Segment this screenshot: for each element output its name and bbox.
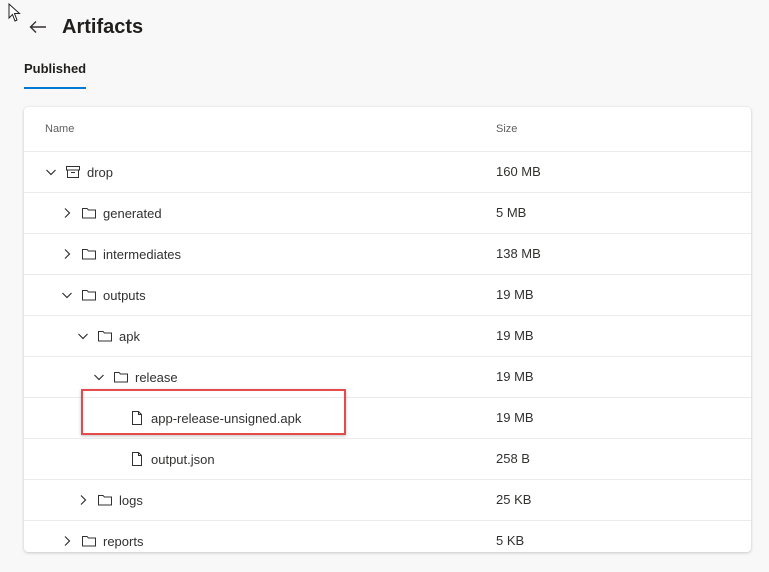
back-button[interactable] — [28, 17, 48, 37]
chevron-down-icon[interactable] — [93, 371, 105, 383]
item-name[interactable]: intermediates — [103, 247, 181, 262]
table-row[interactable]: apk 19 MB — [24, 316, 751, 357]
column-header-name[interactable]: Name — [45, 123, 74, 135]
item-name[interactable]: logs — [119, 493, 143, 508]
table-row[interactable]: reports 5 KB — [24, 521, 751, 552]
folder-icon — [81, 533, 97, 549]
tab-published[interactable]: Published — [24, 61, 86, 76]
folder-icon — [97, 492, 113, 508]
item-size: 19 MB — [496, 369, 534, 384]
name-cell: outputs — [61, 275, 146, 315]
tab-active-indicator — [24, 87, 86, 89]
chevron-right-icon[interactable] — [77, 494, 89, 506]
table-row[interactable]: logs 25 KB — [24, 480, 751, 521]
item-name[interactable]: release — [135, 370, 178, 385]
page-header: Artifacts — [28, 10, 143, 44]
folder-icon — [81, 246, 97, 262]
item-size: 5 KB — [496, 533, 525, 548]
name-cell: generated — [61, 193, 162, 233]
item-name[interactable]: reports — [103, 534, 143, 549]
chevron-right-icon[interactable] — [61, 207, 73, 219]
table-row[interactable]: output.json 258 B — [24, 439, 751, 480]
name-cell: intermediates — [61, 234, 181, 274]
page-title: Artifacts — [62, 15, 144, 38]
mouse-cursor-icon — [8, 3, 21, 22]
item-size: 19 MB — [496, 410, 534, 425]
chevron-right-icon[interactable] — [61, 535, 73, 547]
name-cell: logs — [77, 480, 143, 520]
item-size: 19 MB — [496, 287, 534, 302]
name-cell: apk — [77, 316, 140, 356]
column-header-size[interactable]: Size — [496, 123, 517, 135]
item-name[interactable]: drop — [87, 165, 113, 180]
item-name[interactable]: generated — [103, 206, 162, 221]
name-cell: reports — [61, 521, 143, 552]
folder-icon — [97, 328, 113, 344]
folder-icon — [113, 369, 129, 385]
table-header: Name Size — [24, 107, 751, 152]
chevron-down-icon[interactable] — [45, 166, 57, 178]
item-size: 19 MB — [496, 328, 534, 343]
chevron-right-icon[interactable] — [61, 248, 73, 260]
table-row[interactable]: app-release-unsigned.apk 19 MB — [24, 398, 751, 439]
table-row[interactable]: generated 5 MB — [24, 193, 751, 234]
item-name[interactable]: apk — [119, 329, 140, 344]
file-icon — [129, 410, 145, 426]
item-size: 160 MB — [496, 164, 541, 179]
back-arrow-icon — [29, 21, 46, 33]
item-name[interactable]: output.json — [151, 452, 215, 467]
folder-icon — [81, 205, 97, 221]
table-row[interactable]: release 19 MB — [24, 357, 751, 398]
chevron-down-icon[interactable] — [61, 289, 73, 301]
table-row[interactable]: intermediates 138 MB — [24, 234, 751, 275]
artifact-icon — [65, 164, 81, 180]
folder-icon — [81, 287, 97, 303]
item-size: 5 MB — [496, 205, 527, 220]
item-size: 258 B — [496, 451, 530, 466]
name-cell: release — [93, 357, 178, 397]
chevron-down-icon[interactable] — [77, 330, 89, 342]
item-size: 25 KB — [496, 492, 532, 507]
item-name[interactable]: app-release-unsigned.apk — [151, 411, 301, 426]
artifacts-table: Name Size drop 160 MB generated 5 MB interme… — [24, 107, 751, 552]
table-row[interactable]: outputs 19 MB — [24, 275, 751, 316]
item-size: 138 MB — [496, 246, 541, 261]
name-cell: app-release-unsigned.apk — [109, 398, 301, 438]
name-cell: output.json — [109, 439, 215, 479]
name-cell: drop — [45, 152, 113, 192]
file-icon — [129, 451, 145, 467]
item-name[interactable]: outputs — [103, 288, 146, 303]
table-row[interactable]: drop 160 MB — [24, 152, 751, 193]
